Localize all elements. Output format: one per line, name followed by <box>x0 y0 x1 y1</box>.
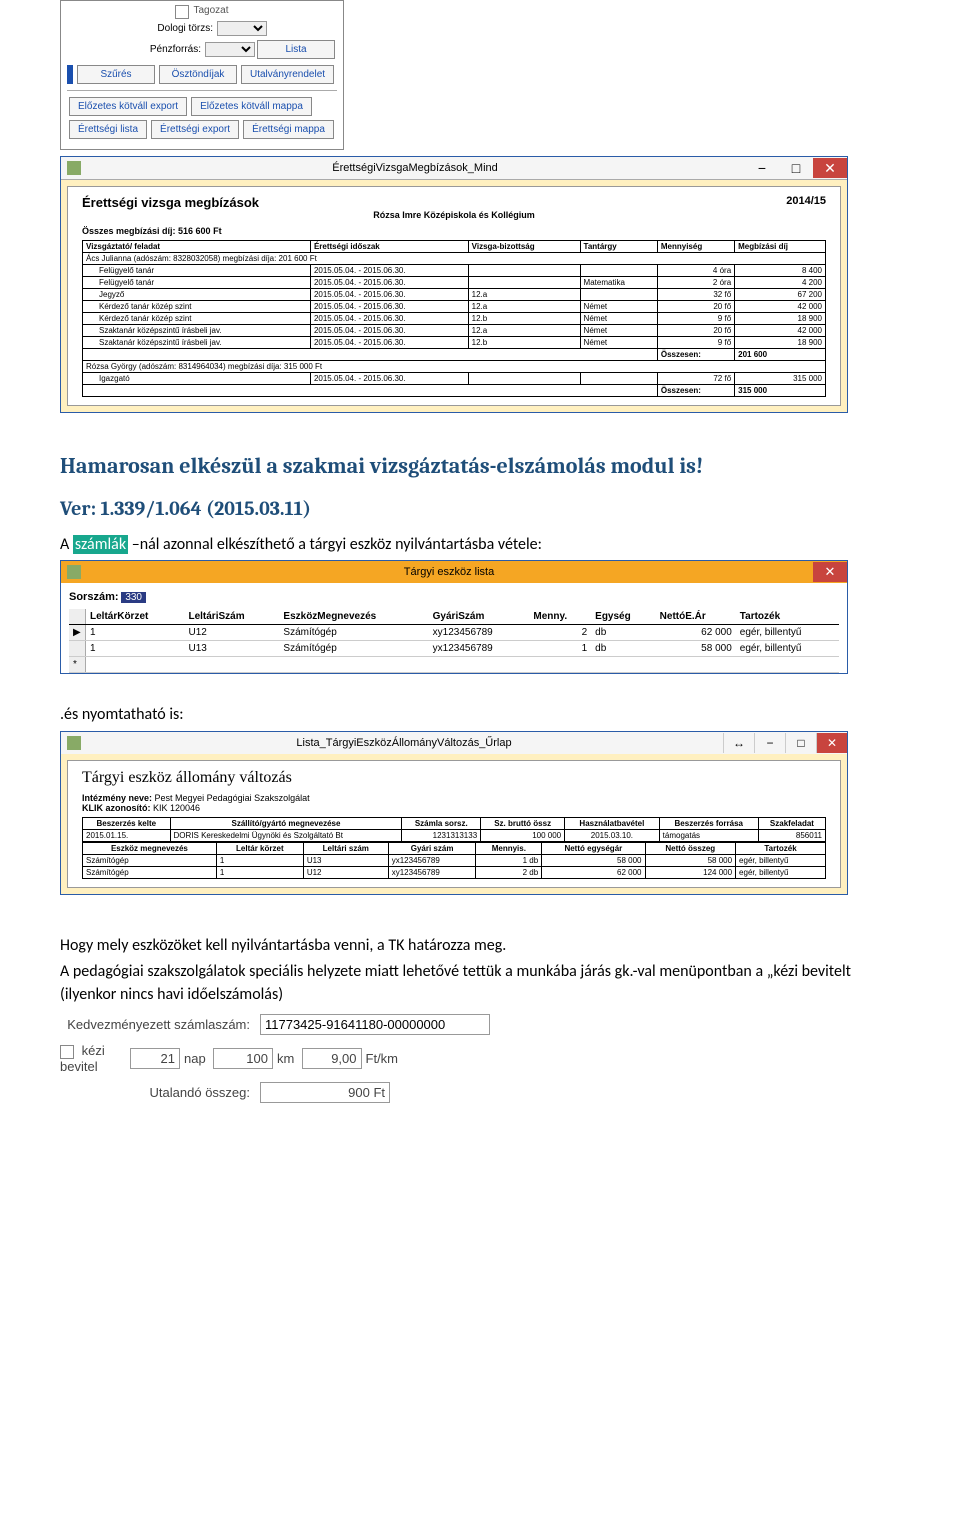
rate-suffix: Ft/km <box>366 1051 399 1066</box>
select-dologi-torzs[interactable] <box>217 21 267 36</box>
bottom-form: Kedvezményezett számlaszám: kézi bevitel… <box>60 1014 580 1103</box>
erettsegi-export-button[interactable]: Érettségi export <box>151 120 239 139</box>
lt-klik: KLIK azonosító: KIK 120046 <box>82 803 826 813</box>
school-year: 2014/15 <box>786 195 826 207</box>
app-icon <box>67 736 81 750</box>
doc-line-4: A pedagógiai szakszolgálatok speciális h… <box>60 961 900 1006</box>
lt-window-title: Lista_TárgyiEszközÁllományVáltozás_Űrlap <box>85 733 723 753</box>
nap-field[interactable]: 21 <box>130 1048 180 1069</box>
doc-line-nyomtathato: .és nyomtatható is: <box>60 704 900 726</box>
app-icon <box>67 161 81 175</box>
report-window-title: ÉrettségiVizsgaMegbízások_Mind <box>85 158 745 178</box>
label-penzforras: Pénzforrás: <box>67 44 201 55</box>
km-suffix: km <box>277 1051 294 1066</box>
doc-version: Ver: 1.339/1.064 (2015.03.11) <box>60 497 900 520</box>
tagozat-checkbox[interactable] <box>175 5 189 19</box>
szures-button[interactable]: Szűrés <box>77 65 155 84</box>
group1-total: 201 600 <box>735 349 826 361</box>
tagozat-label: Tagozat <box>193 5 228 19</box>
erettsegi-mappa-button[interactable]: Érettségi mappa <box>243 120 334 139</box>
targyi-eszkoz-lista-window: Tárgyi eszköz lista ✕ Sorszám: 330 Leltá… <box>60 560 848 674</box>
nap-suffix: nap <box>184 1051 206 1066</box>
total-fee-line: Összes megbízási díj: 516 600 Ft <box>82 226 826 236</box>
group2-header: Rózsa György (adószám: 8314964034) megbí… <box>83 361 826 373</box>
utalando-field[interactable]: 900 Ft <box>260 1082 390 1103</box>
group2-total: 315 000 <box>735 385 826 397</box>
filter-panel: Tagozat Dologi törzs: Pénzforrás: Lista … <box>60 0 344 150</box>
select-penzforras[interactable] <box>205 42 255 57</box>
report-table: Vizsgáztató/ feladat Érettségi időszak V… <box>82 240 826 397</box>
doc-line-3: Hogy mely eszközöket kell nyilvántartásb… <box>60 935 900 957</box>
doc-line-szamlak: A számlák –nál azonnal elkészíthető a tá… <box>60 534 900 556</box>
col-tantargy: Tantárgy <box>580 241 657 253</box>
close-button[interactable]: ✕ <box>813 562 847 582</box>
label-dologi-torzs: Dologi törzs: <box>67 23 213 34</box>
utalvanyrendelet-button[interactable]: Utalványrendelet <box>241 65 334 84</box>
lt-table-1: Beszerzés kelte Szállító/gyártó megnevez… <box>82 817 826 842</box>
minimize-button[interactable]: − <box>745 158 779 178</box>
new-row[interactable]: * <box>69 657 839 673</box>
elozetes-kotvall-export-button[interactable]: Előzetes kötváll export <box>69 97 187 116</box>
minimize-button[interactable]: − <box>754 733 785 753</box>
osztondijak-button[interactable]: Ösztöndíjak <box>159 65 237 84</box>
elozetes-kotvall-mappa-button[interactable]: Előzetes kötváll mappa <box>191 97 312 116</box>
report-heading: Érettségi vizsga megbízások <box>82 195 259 210</box>
lista-targyi-valtozas-window: Lista_TárgyiEszközÁllományVáltozás_Űrlap… <box>60 731 848 895</box>
input-kedv-szamlaszam[interactable] <box>260 1014 490 1035</box>
group1-header: Ács Julianna (adószám: 8328032058) megbí… <box>83 253 826 265</box>
mark-szamlak: számlák <box>73 535 128 554</box>
sorszam-value: 330 <box>121 592 146 603</box>
lt-table-2: Eszköz megnevezés Leltár körzet Leltári … <box>82 842 826 879</box>
lista-button[interactable]: Lista <box>257 40 335 59</box>
erettsegi-lista-button[interactable]: Érettségi lista <box>69 120 147 139</box>
restore-button[interactable]: ↔ <box>723 733 754 753</box>
group2-total-label: Összesen: <box>657 385 734 397</box>
group1-total-label: Összesen: <box>657 349 734 361</box>
col-dij: Megbízási díj <box>735 241 826 253</box>
kezi-bevitel-checkbox[interactable] <box>60 1045 74 1059</box>
km-field[interactable]: 100 <box>213 1048 273 1069</box>
table-row[interactable]: ▶ 1 U12 Számítógép xy123456789 2 db 62 0… <box>69 625 839 641</box>
close-button[interactable]: ✕ <box>816 733 847 753</box>
col-mennyiseg: Mennyiség <box>657 241 734 253</box>
report-window: ÉrettségiVizsgaMegbízások_Mind − □ ✕ Ére… <box>60 156 848 413</box>
app-icon <box>67 565 81 579</box>
maximize-button[interactable]: □ <box>779 158 813 178</box>
col-bizottsag: Vizsga-bizottság <box>468 241 580 253</box>
maximize-button[interactable]: □ <box>785 733 816 753</box>
close-button[interactable]: ✕ <box>813 158 847 178</box>
lt-institution: Intézmény neve: Pest Megyei Pedagógiai S… <box>82 793 826 803</box>
rate-field[interactable]: 9,00 <box>302 1048 362 1069</box>
lt-heading: Tárgyi eszköz állomány változás <box>82 769 826 787</box>
sorszam-label: Sorszám: <box>69 591 119 603</box>
label-kedv-szamlaszam: Kedvezményezett számlaszám: <box>60 1017 260 1032</box>
doc-heading: Hamarosan elkészül a szakmai vizsgáztatá… <box>60 453 900 479</box>
label-utalando: Utalandó összeg: <box>60 1085 260 1100</box>
table-row[interactable]: 1 U13 Számítógép yx123456789 1 db 58 000… <box>69 641 839 657</box>
col-vizsgaztato: Vizsgáztató/ feladat <box>83 241 311 253</box>
school-name: Rózsa Imre Középiskola és Kollégium <box>82 210 826 220</box>
col-idoszak: Érettségi időszak <box>310 241 468 253</box>
sorszam-row: Sorszám: 330 <box>69 591 839 603</box>
tel-window-title: Tárgyi eszköz lista <box>85 562 813 582</box>
tel-grid: LeltárKörzet LeltáriSzám EszközMegnevezé… <box>69 609 839 673</box>
